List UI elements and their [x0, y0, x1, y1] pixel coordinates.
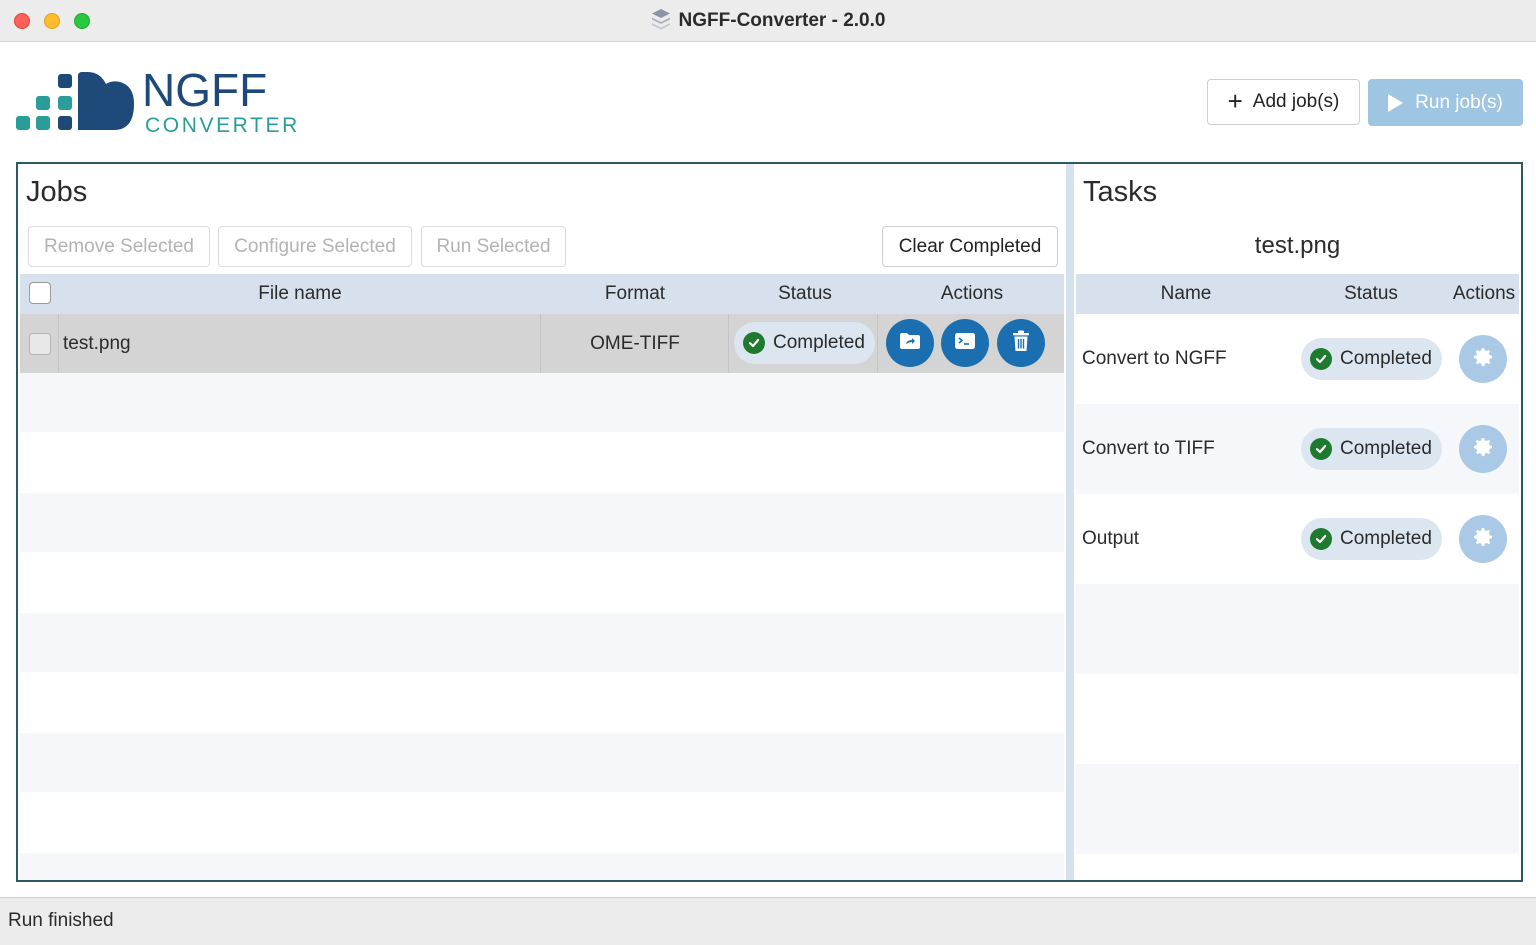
- empty-row: [20, 373, 1064, 432]
- empty-row: [20, 553, 1064, 612]
- empty-row: [20, 733, 1064, 792]
- task-row[interactable]: Convert to TIFF Completed: [1076, 404, 1519, 494]
- task-name: Output: [1082, 528, 1140, 549]
- tasks-file-name: test.png: [1254, 232, 1341, 259]
- job-status-badge: Completed: [734, 322, 875, 364]
- task-status-text: Completed: [1340, 528, 1432, 549]
- task-status-badge: Completed: [1301, 518, 1442, 560]
- empty-row: [20, 493, 1064, 552]
- gear-icon: [1471, 435, 1495, 464]
- job-format: OME-TIFF: [590, 333, 680, 354]
- empty-row: [20, 432, 1064, 491]
- job-row[interactable]: test.png OME-TIFF Completed: [20, 314, 1064, 373]
- task-row[interactable]: Output Completed: [1076, 494, 1519, 584]
- clear-completed-button[interactable]: Clear Completed: [882, 226, 1058, 267]
- task-status-text: Completed: [1340, 348, 1432, 369]
- column-actions: Actions: [940, 283, 1004, 304]
- job-file-name: test.png: [63, 333, 131, 354]
- empty-row: [1076, 584, 1519, 674]
- open-folder-button[interactable]: [886, 319, 934, 367]
- play-icon: [1388, 93, 1404, 112]
- check-circle-icon: [743, 332, 765, 354]
- task-status-badge: Completed: [1301, 428, 1442, 470]
- column-task-status[interactable]: Status: [1301, 274, 1441, 314]
- terminal-icon: [954, 332, 976, 355]
- window-title: NGFF-Converter - 2.0.0: [678, 10, 886, 31]
- add-jobs-label: Add job(s): [1252, 91, 1340, 112]
- run-selected-button[interactable]: Run Selected: [421, 226, 566, 267]
- empty-row: [20, 673, 1064, 732]
- column-task-name[interactable]: Name: [1116, 274, 1256, 314]
- column-file-name[interactable]: File name: [60, 274, 540, 314]
- stacked-layers-icon: [651, 8, 671, 35]
- configure-selected-button[interactable]: Configure Selected: [218, 226, 412, 267]
- check-circle-icon: [1310, 528, 1332, 550]
- show-log-button[interactable]: [941, 319, 989, 367]
- task-settings-button[interactable]: [1459, 335, 1507, 383]
- status-bar: Run finished: [0, 897, 1536, 945]
- gear-icon: [1471, 525, 1495, 554]
- task-status-badge: Completed: [1301, 338, 1442, 380]
- app-logo: NGFF CONVERTER: [16, 64, 336, 138]
- column-status[interactable]: Status: [730, 274, 880, 314]
- jobs-title: Jobs: [26, 176, 88, 208]
- check-circle-icon: [1310, 348, 1332, 370]
- svg-text:CONVERTER: CONVERTER: [145, 114, 300, 137]
- task-row[interactable]: Convert to NGFF Completed: [1076, 314, 1519, 404]
- window-titlebar: NGFF-Converter - 2.0.0: [0, 0, 1536, 42]
- remove-selected-button[interactable]: Remove Selected: [28, 226, 210, 267]
- svg-text:NGFF: NGFF: [142, 68, 267, 116]
- status-text: Run finished: [8, 910, 114, 931]
- empty-row: [20, 793, 1064, 852]
- run-jobs-button[interactable]: Run job(s): [1368, 79, 1523, 126]
- jobs-table-header: File name Format Status Actions: [20, 274, 1064, 314]
- jobs-panel: Jobs Remove Selected Configure Selected …: [18, 164, 1065, 880]
- task-settings-button[interactable]: [1459, 425, 1507, 473]
- empty-row: [20, 853, 1064, 880]
- trash-icon: [1012, 330, 1030, 357]
- delete-job-button[interactable]: [997, 319, 1045, 367]
- empty-row: [1076, 764, 1519, 854]
- tasks-table-header: Name Status Actions: [1076, 274, 1519, 314]
- plus-icon: +: [1227, 85, 1243, 116]
- tasks-panel: Tasks test.png Name Status Actions Conve…: [1076, 164, 1521, 880]
- run-jobs-label: Run job(s): [1415, 91, 1503, 113]
- add-jobs-button[interactable]: + Add job(s): [1207, 79, 1360, 125]
- task-name: Convert to TIFF: [1082, 438, 1215, 459]
- select-all-checkbox[interactable]: [29, 282, 51, 304]
- empty-row: [20, 613, 1064, 672]
- task-status-text: Completed: [1340, 438, 1432, 459]
- panel-splitter[interactable]: [1066, 164, 1074, 880]
- task-settings-button[interactable]: [1459, 515, 1507, 563]
- row-checkbox[interactable]: [29, 333, 51, 355]
- tasks-title: Tasks: [1083, 176, 1158, 208]
- main-panel: Jobs Remove Selected Configure Selected …: [16, 162, 1523, 882]
- gear-icon: [1471, 345, 1495, 374]
- open-folder-icon: [899, 332, 921, 355]
- job-status-text: Completed: [773, 332, 865, 353]
- column-format[interactable]: Format: [540, 274, 730, 314]
- task-name: Convert to NGFF: [1082, 348, 1227, 369]
- column-task-actions: Actions: [1452, 283, 1516, 304]
- check-circle-icon: [1310, 438, 1332, 460]
- empty-row: [1076, 674, 1519, 764]
